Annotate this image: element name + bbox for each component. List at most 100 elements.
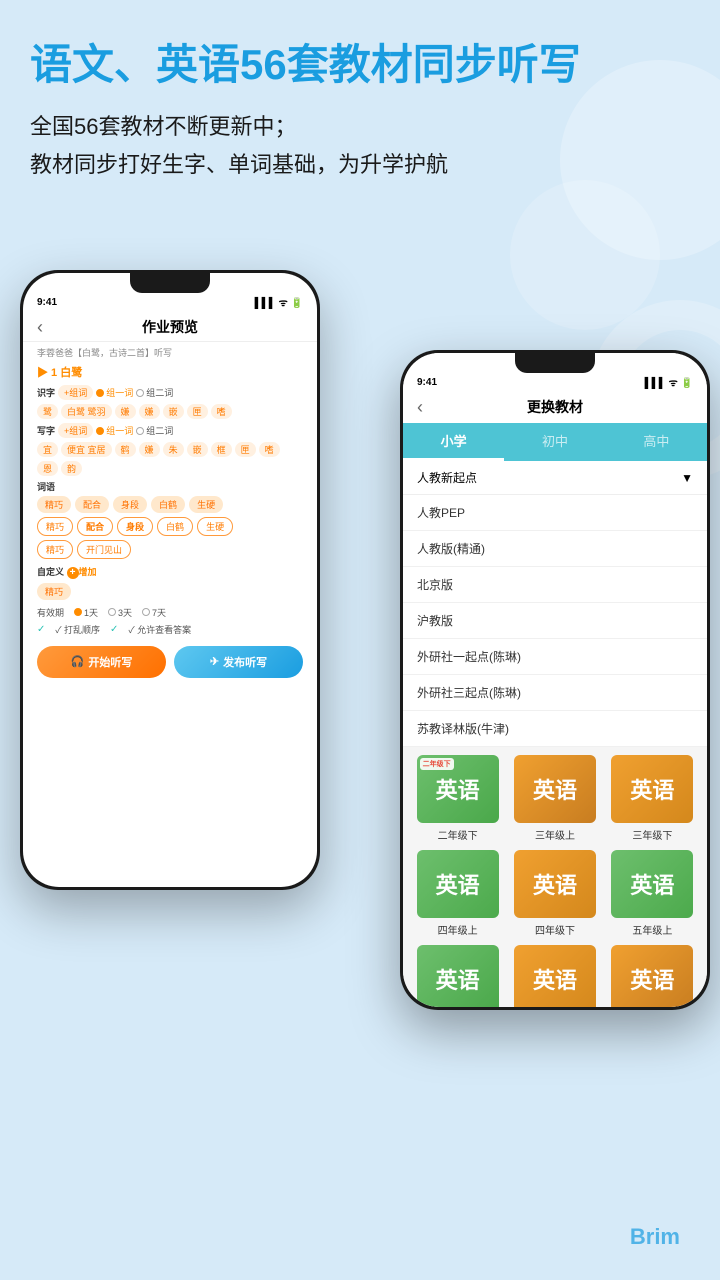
custom-section: 自定义 +增加 [23,561,317,581]
right-signal-icons: ▌▌▌ ᯤ 🔋 [645,375,693,389]
right-nav-title: 更换教材 [527,397,583,417]
book-grade4-up[interactable]: 英语 四年级上 [413,850,502,937]
left-phone-nav: ‹ 作业预览 [23,313,317,342]
write-chars: 宜 便宜 宜居 鹤 嫌 朱 嵌 框 匣 嗜 [23,440,317,459]
start-button[interactable]: 🎧 开始听写 [37,646,166,678]
left-signal-icons: ▌▌▌ ᯤ 🔋 [255,295,303,309]
custom-add-label[interactable]: 增加 [79,567,97,577]
recognize-row: 识字 +组词 组一词 组二词 [23,383,317,402]
phone-notch-right [515,353,595,373]
right-status-time: 9:41 [417,377,437,388]
right-phone-nav: ‹ 更换教材 [403,393,707,423]
book-grade3-up[interactable]: 英语 三年级上 [510,755,599,842]
check2-label: ✓ 允许查看答案 [128,623,191,636]
menu-item-3[interactable]: 北京版 [403,567,707,603]
publish-icon: ✈ [210,655,219,668]
check-row: ✓ ✓ 打乱顺序 ✓ ✓ 允许查看答案 [23,621,317,638]
tabs-row: 小学 初中 高中 [403,423,707,461]
tab-high[interactable]: 高中 [606,423,707,461]
phone-notch-left [130,273,210,293]
word-tags-2: 精巧 配合 身段 白鹤 生硬 [23,515,317,538]
menu-item-1[interactable]: 人教PEP [403,495,707,531]
start-label: 开始听写 [88,654,132,670]
recognize-label: 识字 [37,386,55,399]
book-label-grade4-down: 四年级下 [535,922,575,937]
menu-item-4[interactable]: 沪教版 [403,603,707,639]
publish-button[interactable]: ✈ 发布听写 [174,646,303,678]
right-nav-back[interactable]: ‹ [417,397,423,418]
book-label-grade4-up: 四年级上 [438,922,478,937]
book-badge-1: 二年级下 [420,758,454,770]
write-label: 写字 [37,424,55,437]
book-cover-grade4-down: 英语 [514,850,596,918]
sub-line1: 全国56套教材不断更新中； [30,114,296,139]
book-label-grade2-down: 二年级下 [438,827,478,842]
books-grid: 英语 二年级下 二年级下 英语 三年级上 [403,747,707,1007]
book-grade5-down[interactable]: 英语 五年级下 [413,945,502,1007]
book-grade6-up[interactable]: 英语 六年级上 [510,945,599,1007]
validity-7day[interactable]: 7天 [142,606,166,619]
recognize-chars: 鹭 白鹭 鹭羽 嫌 嫌 嵌 匣 嗜 [23,402,317,421]
left-nav-title: 作业预览 [142,317,198,337]
recognize-add[interactable]: +组词 [58,385,93,400]
recognize-opt1: 组一词 [96,386,133,399]
write-opt1: 组一词 [96,424,133,437]
book-grade5-up[interactable]: 英语 五年级上 [608,850,697,937]
menu-item-5[interactable]: 外研社一起点(陈琳) [403,639,707,675]
validity-3day[interactable]: 3天 [108,606,132,619]
sub-line2: 教材同步打好生字、单词基础，为升学护航 [30,152,448,177]
book-cover-grade3-down: 英语 [611,755,693,823]
section1-header: ▶ 1 白鹭 [23,361,317,383]
tab-middle[interactable]: 初中 [504,423,605,461]
menu-item-6[interactable]: 外研社三起点(陈琳) [403,675,707,711]
sub-title: 全国56套教材不断更新中； 教材同步打好生字、单词基础，为升学护航 [30,108,690,183]
check1-label: ✓ 打乱顺序 [55,623,100,636]
book-cover-grade6-up: 英语 [514,945,596,1007]
left-nav-back[interactable]: ‹ [37,317,43,338]
word-tags-1: 精巧 配合 身段 白鹤 生硬 [23,494,317,515]
validity-row: 有效期 1天 3天 7天 [23,602,317,621]
dropdown-selected: 人教新起点 [417,469,477,486]
validity-1day[interactable]: 1天 [74,606,98,619]
custom-add-icon[interactable]: + [67,567,79,579]
book-grade2-down[interactable]: 英语 二年级下 二年级下 [413,755,502,842]
left-phone-subtitle: 李蓉爸爸【白鹭，古诗二首】听写 [23,342,317,361]
bottom-buttons: 🎧 开始听写 ✈ 发布听写 [23,640,317,688]
phone-left: 9:41 ▌▌▌ ᯤ 🔋 ‹ 作业预览 李蓉爸爸【白鹭，古诗二首】听写 ▶ 1 … [20,270,320,890]
check2: ✓ [110,624,118,635]
start-icon: 🎧 [71,655,85,668]
book-cover-grade6-down: 英语 [611,945,693,1007]
validity-label: 有效期 [37,606,64,619]
book-cover-grade4-up: 英语 [417,850,499,918]
word-tags-3: 精巧 开门见山 [23,538,317,561]
left-status-time: 9:41 [37,297,57,308]
tab-primary[interactable]: 小学 [403,423,504,461]
publish-label: 发布听写 [223,654,267,670]
dropdown-arrow: ▼ [681,471,693,485]
book-label-grade3-up: 三年级上 [535,827,575,842]
write-chars2: 恩 韵 [23,459,317,478]
book-cover-grade3-up: 英语 [514,755,596,823]
book-grade3-down[interactable]: 英语 三年级下 [608,755,697,842]
phone-right: 9:41 ▌▌▌ ᯤ 🔋 ‹ 更换教材 小学 初中 高中 人教新起点 ▼ 人教 [400,350,710,1010]
dropdown-row[interactable]: 人教新起点 ▼ [403,461,707,495]
app-name-label: Brim [630,1224,680,1250]
write-add[interactable]: +组词 [58,423,93,438]
custom-tags: 精巧 [23,581,317,602]
book-cover-grade5-up: 英语 [611,850,693,918]
book-label-grade3-down: 三年级下 [632,827,672,842]
recognize-opt2: 组二词 [136,386,173,399]
write-row: 写字 +组词 组一词 组二词 [23,421,317,440]
menu-item-7[interactable]: 苏教译林版(牛津) [403,711,707,747]
menu-item-2[interactable]: 人教版(精通) [403,531,707,567]
write-opt2: 组二词 [136,424,173,437]
book-grade6-down[interactable]: 英语 六年级下 [608,945,697,1007]
header-section: 语文、英语56套教材同步听写 全国56套教材不断更新中； 教材同步打好生字、单词… [30,40,690,183]
word-section: 词语 [23,478,317,494]
phone-left-inner: 9:41 ▌▌▌ ᯤ 🔋 ‹ 作业预览 李蓉爸爸【白鹭，古诗二首】听写 ▶ 1 … [23,273,317,887]
book-grade4-down[interactable]: 英语 四年级下 [510,850,599,937]
phone-right-inner: 9:41 ▌▌▌ ᯤ 🔋 ‹ 更换教材 小学 初中 高中 人教新起点 ▼ 人教 [403,353,707,1007]
main-title: 语文、英语56套教材同步听写 [30,40,690,90]
book-label-grade5-up: 五年级上 [632,922,672,937]
phones-area: 9:41 ▌▌▌ ᯤ 🔋 ‹ 作业预览 李蓉爸爸【白鹭，古诗二首】听写 ▶ 1 … [0,250,720,1280]
